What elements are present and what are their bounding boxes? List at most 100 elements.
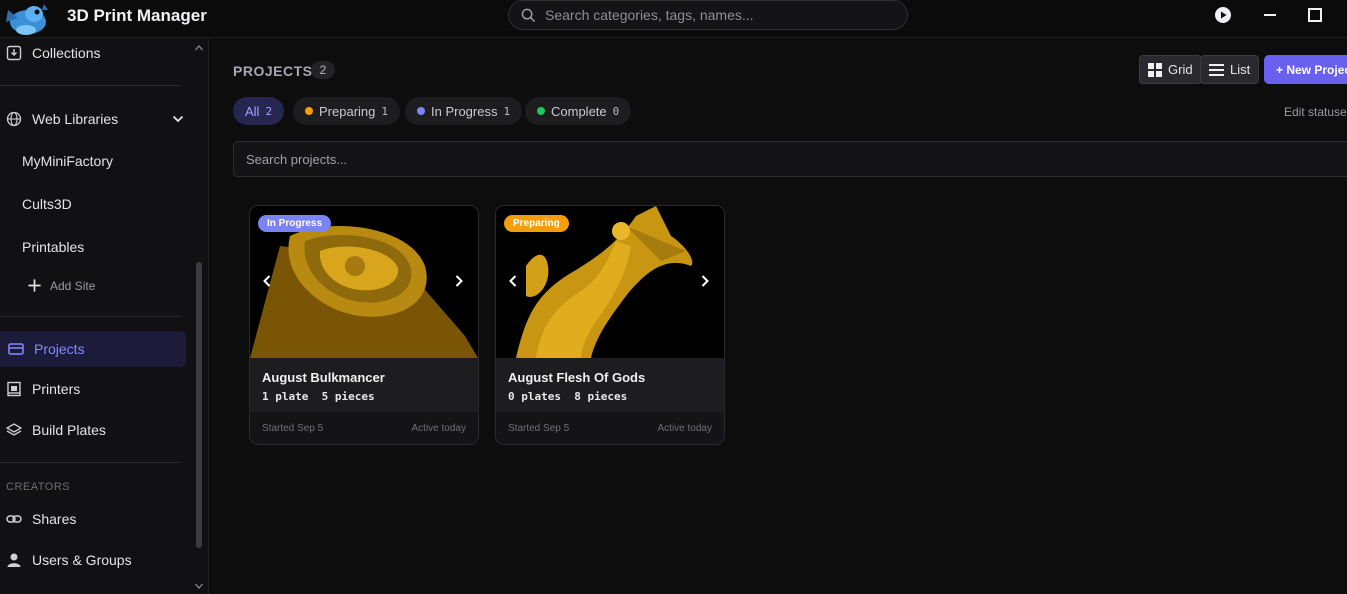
filter-chip-in-progress[interactable]: In Progress 1 (405, 97, 523, 125)
sidebar-item-label: Collections (32, 45, 101, 61)
list-view-button[interactable]: List (1200, 55, 1260, 84)
sidebar-item-myminifactory[interactable]: MyMiniFactory (0, 143, 186, 179)
sidebar-item-web-libraries[interactable]: Web Libraries (0, 101, 186, 137)
project-search-input[interactable] (246, 142, 1246, 176)
sidebar-divider (0, 316, 180, 317)
status-dot-icon (305, 107, 313, 115)
project-footer: Started Sep 5 Active today (250, 412, 478, 444)
sidebar-item-users-groups[interactable]: Users & Groups (0, 542, 186, 578)
chevron-right-icon[interactable] (452, 274, 466, 288)
sidebar-item-label: Projects (34, 341, 85, 357)
project-activity: Active today (657, 423, 712, 434)
project-activity: Active today (411, 423, 466, 434)
sidebar-item-cults3d[interactable]: Cults3D (0, 186, 186, 222)
filter-chip-all[interactable]: All 2 (233, 97, 285, 125)
sidebar: Collections Web Libraries MyMiniFactory … (0, 38, 209, 594)
project-meta: 1 plate 5 pieces (262, 390, 375, 403)
project-footer: Started Sep 5 Active today (496, 412, 724, 444)
sidebar-item-label: Cults3D (22, 196, 72, 212)
new-project-button[interactable]: + New Project (1264, 55, 1347, 84)
project-card[interactable]: Preparing August Flesh Of Gods 0 plates … (495, 205, 725, 445)
plus-icon (28, 279, 41, 292)
project-name: August Bulkmancer (262, 370, 385, 385)
sidebar-scrollbar[interactable] (196, 262, 202, 548)
project-thumbnail: Preparing (496, 206, 724, 358)
layers-icon (6, 423, 22, 436)
sidebar-item-build-plates[interactable]: Build Plates (0, 412, 186, 448)
sidebar-item-label: MyMiniFactory (22, 153, 114, 169)
sidebar-item-label: Users & Groups (32, 552, 132, 568)
filter-chip-complete[interactable]: Complete 0 (525, 97, 632, 125)
link-icon (6, 515, 22, 523)
status-badge: In Progress (258, 215, 332, 232)
global-search[interactable] (508, 0, 908, 30)
maximize-button[interactable] (1302, 4, 1328, 26)
grid-icon (1148, 62, 1162, 77)
chevron-down-icon[interactable] (172, 114, 184, 124)
project-count-badge: 2 (311, 61, 335, 79)
search-icon (521, 8, 536, 23)
sidebar-item-projects[interactable]: Projects (0, 331, 186, 367)
download-box-icon (6, 45, 22, 61)
project-name: August Flesh Of Gods (508, 370, 646, 385)
status-dot-icon (537, 107, 545, 115)
maximize-icon (1308, 8, 1322, 22)
filter-chip-label: All (245, 103, 260, 119)
new-project-label: + New Project (1276, 62, 1347, 77)
sidebar-item-collections[interactable]: Collections (0, 38, 186, 71)
sidebar-item-label: Printers (32, 381, 81, 397)
chevron-right-icon[interactable] (698, 274, 712, 288)
global-search-input[interactable] (545, 1, 895, 29)
sidebar-divider (0, 85, 180, 86)
sidebar-item-label: Build Plates (32, 422, 106, 438)
status-dot-icon (417, 107, 425, 115)
minimize-icon (1264, 14, 1276, 16)
sidebar-item-shares[interactable]: Shares (0, 501, 186, 537)
project-info: August Flesh Of Gods 0 plates 8 pieces (496, 358, 724, 412)
project-started: Started Sep 5 (262, 423, 324, 434)
sidebar-divider (0, 462, 180, 463)
filter-chip-label: In Progress (431, 103, 498, 119)
project-card[interactable]: In Progress August Bulkmancer 1 plate 5 … (249, 205, 479, 445)
sidebar-item-printables[interactable]: Printables (0, 229, 186, 265)
play-icon (1215, 7, 1231, 23)
main-content: PROJECTS 2 Grid List + New Project All 2… (209, 38, 1347, 594)
sidebar-item-label: Web Libraries (32, 111, 119, 127)
filter-chip-count: 0 (612, 104, 620, 118)
status-badge: Preparing (504, 215, 569, 232)
filter-chip-label: Preparing (319, 103, 376, 119)
minimize-button[interactable] (1257, 4, 1283, 26)
printer-icon (7, 381, 21, 397)
scroll-down-icon[interactable] (194, 581, 204, 591)
page-title: PROJECTS (233, 63, 313, 79)
grid-view-button[interactable]: Grid (1139, 55, 1202, 84)
title-bar: 3D Print Manager (0, 0, 1347, 38)
project-thumbnail: In Progress (250, 206, 478, 358)
chevron-left-icon[interactable] (506, 274, 520, 288)
add-site-button[interactable]: Add Site (0, 268, 186, 304)
card-icon (8, 343, 24, 355)
project-meta: 0 plates 8 pieces (508, 390, 628, 403)
project-started: Started Sep 5 (508, 423, 570, 434)
sidebar-item-printers[interactable]: Printers (0, 371, 186, 407)
dragon-logo-icon (6, 4, 48, 35)
add-site-label: Add Site (50, 279, 96, 293)
project-search[interactable] (233, 141, 1347, 177)
scroll-up-icon[interactable] (194, 43, 204, 53)
filter-chip-count: 1 (503, 104, 511, 118)
user-icon (7, 553, 21, 567)
filter-chip-count: 2 (265, 104, 273, 118)
chevron-left-icon[interactable] (260, 274, 274, 288)
sidebar-item-label: Printables (22, 239, 85, 255)
filter-chip-count: 1 (381, 104, 388, 118)
app-title: 3D Print Manager (67, 6, 207, 25)
edit-statuses-link[interactable]: Edit statuses (1284, 105, 1347, 119)
filter-chip-label: Complete (551, 103, 607, 119)
globe-icon (6, 111, 22, 127)
list-icon (1209, 63, 1224, 76)
filter-chip-preparing[interactable]: Preparing 1 (293, 97, 400, 125)
list-view-label: List (1230, 62, 1251, 77)
sidebar-item-label: Shares (32, 511, 77, 527)
play-button[interactable] (1210, 4, 1236, 26)
creators-section-label: CREATORS (6, 481, 71, 493)
